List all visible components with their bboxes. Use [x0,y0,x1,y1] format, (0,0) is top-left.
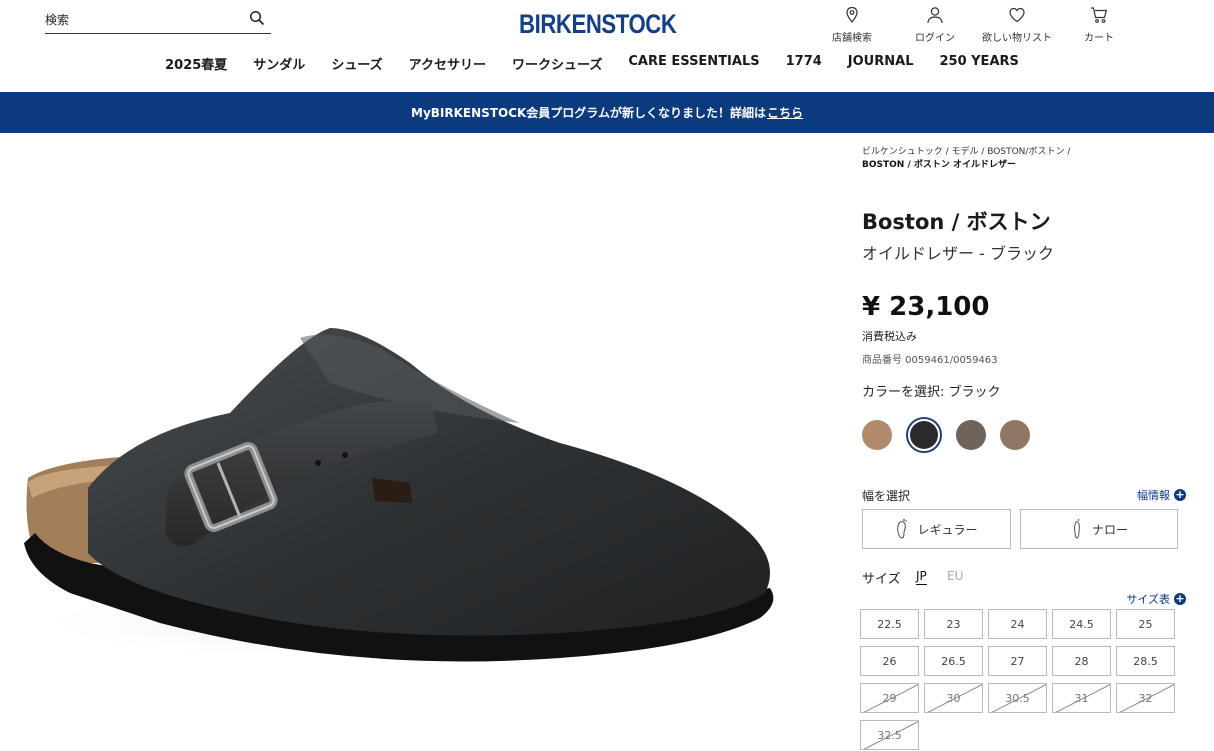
promo-banner-link[interactable]: こちら [767,104,803,121]
product-image[interactable] [0,133,840,751]
nav-item-1774[interactable]: 1774 [773,54,835,73]
width-info-label: 幅情報 [1137,489,1170,502]
size-option-unavailable[interactable]: 30.5 [988,683,1047,713]
size-chart-link[interactable]: サイズ表 + [1126,591,1186,607]
nav-item-care[interactable]: CARE ESSENTIALS [615,54,772,73]
main-nav: 2025春夏 サンダル シューズ アクセサリー ワークシューズ CARE ESS… [0,54,1214,73]
size-option[interactable]: 26.5 [924,646,983,676]
width-regular-button[interactable]: レギュラー [862,509,1011,549]
nav-item-accessories[interactable]: アクセサリー [396,54,499,73]
size-option[interactable]: 22.5 [860,609,919,639]
size-option[interactable]: 26 [860,646,919,676]
width-info-link[interactable]: 幅情報 + [1137,487,1186,503]
user-icon [927,7,943,24]
width-regular-label: レギュラー [917,522,978,537]
login-link[interactable]: ログイン [915,6,955,44]
color-swatch-black[interactable] [906,417,942,453]
tax-note: 消費税込み [862,330,917,343]
search-input[interactable] [45,10,245,30]
location-pin-icon [846,6,858,23]
wishlist-link[interactable]: 欲しい物リスト [982,6,1052,44]
cart-link[interactable]: カート [1084,6,1114,44]
nav-item-ss2025[interactable]: 2025春夏 [152,54,240,73]
wishlist-label: 欲しい物リスト [982,33,1052,44]
login-label: ログイン [915,33,955,44]
nav-item-250years[interactable]: 250 YEARS [926,54,1031,73]
size-option-unavailable[interactable]: 32.5 [860,720,919,750]
nav-item-shoes[interactable]: シューズ [318,54,395,73]
size-system-jp[interactable]: JP [916,569,927,585]
cart-label: カート [1084,33,1114,44]
foot-regular-icon [897,519,908,539]
plus-circle-icon: + [1174,488,1186,501]
size-option[interactable]: 25 [1116,609,1175,639]
color-label: カラーを選択: ブラック [862,385,1001,400]
width-narrow-button[interactable]: ナロー [1020,509,1178,549]
search-bar[interactable] [45,8,271,34]
promo-banner-text: MyBIRKENSTOCK会員プログラムが新しくなりました！詳細は [411,106,766,120]
size-option[interactable]: 28 [1052,646,1111,676]
plus-circle-icon: + [1174,592,1186,605]
width-label: 幅を選択 [862,489,911,503]
size-option-unavailable[interactable]: 29 [860,683,919,713]
color-swatches [862,417,1030,453]
foot-narrow-icon [1074,519,1080,539]
color-swatch-tobacco[interactable] [862,420,892,450]
breadcrumb-current: BOSTON / ボストン オイルドレザー [862,160,1017,170]
nav-item-journal[interactable]: JOURNAL [835,54,927,73]
size-option-unavailable[interactable]: 31 [1052,683,1111,713]
cart-icon [1091,7,1108,23]
breadcrumb-item[interactable]: ビルケンシュトック [862,147,943,157]
color-swatch-grey[interactable] [956,420,986,450]
store-locator-label: 店舗検索 [832,33,872,44]
brand-logo[interactable]: BIRKENSTOCK [519,9,677,40]
heart-icon [1009,7,1025,23]
breadcrumb: ビルケンシュトック / モデル / BOSTON/ボストン / BOSTON /… [862,147,1071,170]
nav-item-sandals[interactable]: サンダル [240,54,318,73]
size-option[interactable]: 27 [988,646,1047,676]
search-icon[interactable] [249,10,265,26]
breadcrumb-item[interactable]: BOSTON/ボストン [987,147,1064,157]
size-label: サイズ [862,572,901,587]
color-swatch-mink[interactable] [1000,420,1030,450]
size-option-unavailable[interactable]: 30 [924,683,983,713]
size-option-unavailable[interactable]: 32 [1116,683,1175,713]
size-chart-label: サイズ表 [1126,593,1170,606]
store-locator-link[interactable]: 店舗検索 [832,6,872,44]
size-system-eu[interactable]: EU [947,569,963,583]
size-option[interactable]: 28.5 [1116,646,1175,676]
size-option[interactable]: 23 [924,609,983,639]
product-subtitle: オイルドレザー - ブラック [862,244,1054,263]
width-narrow-label: ナロー [1091,522,1128,537]
promo-banner: MyBIRKENSTOCK会員プログラムが新しくなりました！詳細は こちら [0,92,1214,133]
nav-item-workshoes[interactable]: ワークシューズ [499,54,615,73]
breadcrumb-item[interactable]: モデル [952,147,979,157]
product-sku: 商品番号 0059461/0059463 [862,355,998,366]
size-option[interactable]: 24.5 [1052,609,1111,639]
product-price: ¥ 23,100 [862,292,990,322]
product-title: Boston / ボストン [862,210,1051,234]
size-option[interactable]: 24 [988,609,1047,639]
